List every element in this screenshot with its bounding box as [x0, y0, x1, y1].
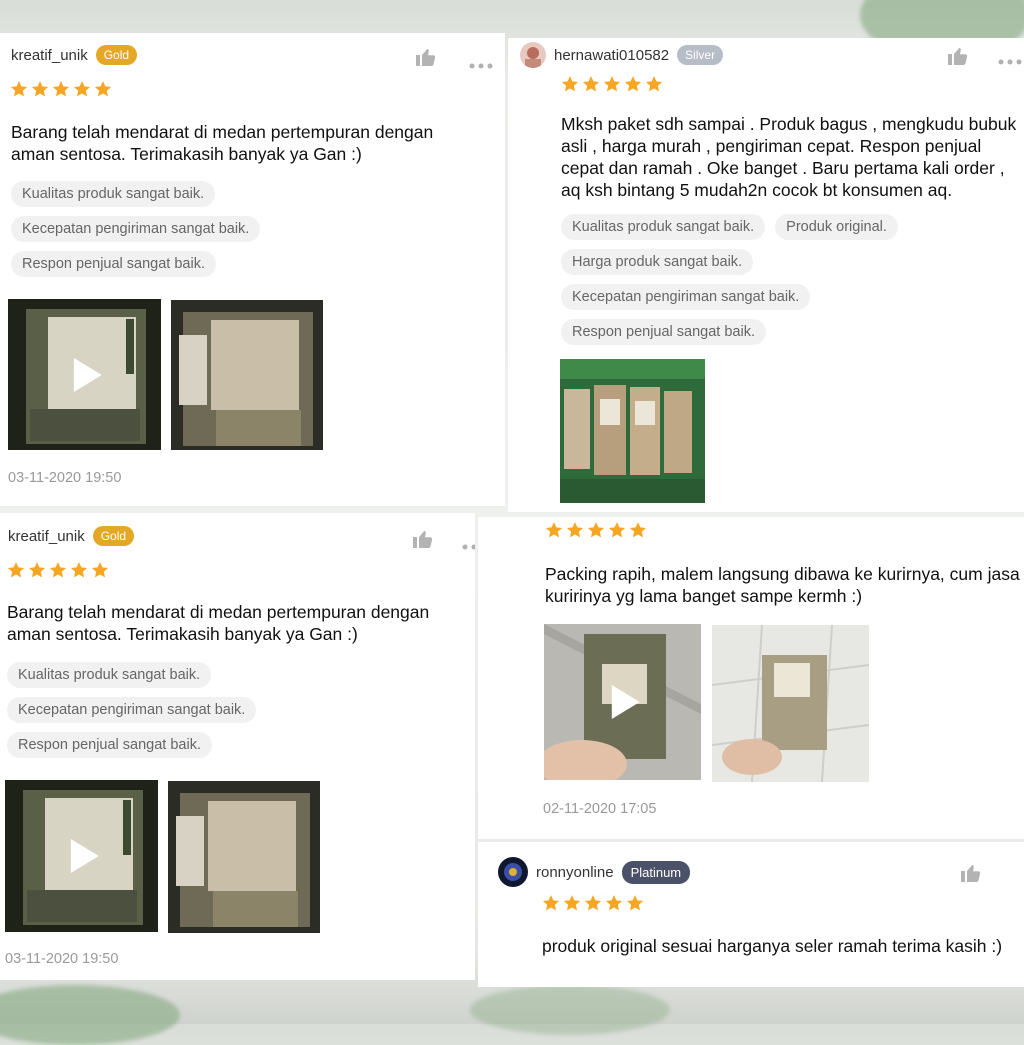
review-video[interactable]	[8, 299, 161, 450]
review-text: Packing rapih, malem langsung dibawa ke …	[545, 564, 1020, 606]
star-icon	[561, 76, 579, 92]
star-rating	[561, 75, 663, 93]
username[interactable]: kreatif_unik	[11, 47, 88, 64]
review-photo[interactable]	[168, 781, 320, 933]
review-tag: Kecepatan pengiriman sangat baik.	[7, 697, 257, 723]
review-header: kreatif_unik Gold	[11, 45, 138, 65]
star-icon	[49, 562, 67, 578]
review-tag: Kecepatan pengiriman sangat baik.	[561, 284, 811, 310]
avatar[interactable]	[520, 42, 546, 68]
star-icon	[70, 562, 88, 578]
star-icon	[28, 562, 46, 578]
star-icon	[31, 81, 49, 97]
review-photo[interactable]	[171, 300, 323, 450]
play-icon[interactable]	[611, 685, 640, 719]
play-icon[interactable]	[73, 357, 102, 392]
review-date: 02-11-2020 17:05	[543, 801, 657, 817]
background-leaf	[0, 985, 180, 1045]
review-tag: Kualitas produk sangat baik.	[7, 662, 212, 688]
review-tag: Harga produk sangat baik.	[561, 249, 754, 275]
review-text: produk original sesuai harganya seler ra…	[542, 936, 1003, 956]
star-icon	[645, 76, 663, 92]
thumbs-up-icon[interactable]	[960, 863, 982, 888]
thumbs-up-icon[interactable]	[415, 47, 437, 72]
star-icon	[545, 522, 563, 538]
star-icon	[584, 895, 602, 911]
star-icon	[605, 895, 623, 911]
review-tag: Respon penjual sangat baik.	[561, 319, 766, 345]
username[interactable]: hernawati010582	[554, 47, 669, 64]
membership-badge: Platinum	[621, 860, 691, 884]
star-icon	[582, 76, 600, 92]
username[interactable]: ronnyonline	[536, 864, 614, 881]
star-icon	[629, 522, 647, 538]
review-header: ronnyonline Platinum	[498, 857, 691, 887]
review-date: 03-11-2020 19:50	[8, 470, 122, 486]
review-date: 03-11-2020 19:50	[5, 951, 119, 967]
review-tag: Respon penjual sangat baik.	[7, 732, 212, 758]
star-icon	[10, 81, 28, 97]
review-header: hernawati010582 Silver	[520, 42, 724, 68]
star-icon	[7, 562, 25, 578]
review-card: hernawati010582 Silver Mksh paket sdh sa…	[508, 38, 1024, 512]
play-icon[interactable]	[70, 839, 99, 873]
membership-badge: Silver	[677, 45, 724, 65]
more-dots-icon[interactable]	[469, 56, 493, 74]
review-tag: Produk original.	[775, 214, 898, 240]
star-icon	[566, 522, 584, 538]
review-tags: Kualitas produk sangat baik. Kecepatan p…	[11, 181, 261, 277]
star-rating	[10, 80, 112, 98]
membership-badge: Gold	[92, 526, 135, 546]
star-icon	[603, 76, 621, 92]
review-card: ronnyonline Platinum produk original ses…	[478, 842, 1024, 987]
star-icon	[608, 522, 626, 538]
review-tag: Respon penjual sangat baik.	[11, 251, 216, 277]
review-tag: Kualitas produk sangat baik.	[561, 214, 766, 240]
star-icon	[624, 76, 642, 92]
review-text: Barang telah mendarat di medan pertempur…	[11, 122, 434, 164]
more-dots-icon[interactable]	[462, 537, 475, 555]
star-rating	[545, 521, 647, 539]
review-tags: Kualitas produk sangat baik. Kecepatan p…	[7, 662, 257, 758]
review-text: Barang telah mendarat di medan pertempur…	[7, 602, 430, 644]
review-video[interactable]	[5, 780, 158, 932]
star-icon	[587, 522, 605, 538]
star-icon	[52, 81, 70, 97]
thumbs-up-icon[interactable]	[947, 46, 969, 71]
review-card: kreatif_unik Gold Barang telah mendarat …	[0, 33, 505, 506]
review-text: Mksh paket sdh sampai . Produk bagus , m…	[561, 114, 1017, 200]
star-icon	[626, 895, 644, 911]
review-tags: Kualitas produk sangat baik. Produk orig…	[561, 214, 898, 345]
avatar[interactable]	[498, 857, 528, 887]
review-photo[interactable]	[560, 359, 705, 503]
membership-badge: Gold	[95, 45, 138, 65]
star-icon	[563, 895, 581, 911]
more-dots-icon[interactable]	[998, 52, 1022, 70]
background-leaf	[470, 985, 670, 1035]
thumbs-up-icon[interactable]	[412, 529, 434, 554]
review-header: kreatif_unik Gold	[8, 526, 135, 546]
star-icon	[94, 81, 112, 97]
review-tag: Kecepatan pengiriman sangat baik.	[11, 216, 261, 242]
username[interactable]: kreatif_unik	[8, 528, 85, 545]
review-tag: Kualitas produk sangat baik.	[11, 181, 216, 207]
review-card: kreatif_unik Gold Barang telah mendarat …	[0, 513, 475, 980]
star-icon	[542, 895, 560, 911]
review-video[interactable]	[544, 624, 701, 780]
review-card: Packing rapih, malem langsung dibawa ke …	[478, 517, 1024, 839]
review-photo[interactable]	[712, 625, 869, 782]
star-icon	[73, 81, 91, 97]
star-rating	[542, 894, 644, 912]
star-icon	[91, 562, 109, 578]
star-rating	[7, 561, 109, 579]
